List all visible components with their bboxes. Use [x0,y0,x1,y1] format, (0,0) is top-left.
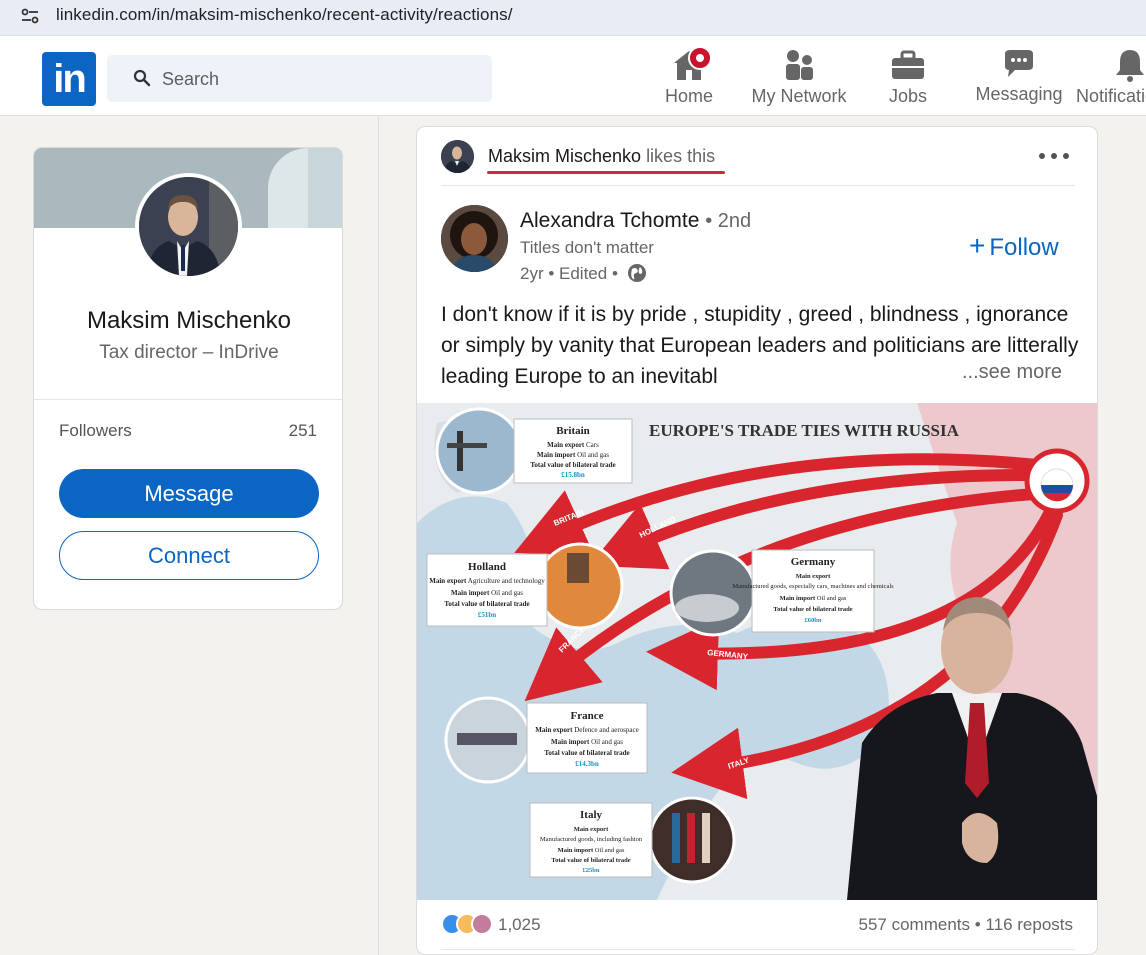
site-settings-icon[interactable] [20,6,40,26]
svg-text:Main export Defence and aerosp: Main export Defence and aerospace [535,726,638,734]
followers-count: 251 [288,421,317,440]
message-button[interactable]: Message [59,469,319,518]
nav-notifications[interactable]: Notifications [1076,46,1146,110]
post-image[interactable]: BRITAIN HOLLAND FRANCE GERMANY ITALY RUS… [417,403,1097,900]
nav-jobs[interactable]: Jobs [884,46,932,110]
column-divider [378,117,379,955]
nav-messaging-label: Messaging [975,84,1063,104]
top-navigation: in Home My Network Jobs [0,36,1146,116]
svg-text:Main import Oil and gas: Main import Oil and gas [537,451,609,459]
svg-text:£25bn: £25bn [583,867,600,874]
trade-ties-infographic: BRITAIN HOLLAND FRANCE GERMANY ITALY RUS… [417,403,1097,900]
connect-button[interactable]: Connect [59,531,319,580]
follow-button[interactable]: + Follow [969,230,1059,262]
url-text[interactable]: linkedin.com/in/maksim-mischenko/recent-… [56,5,513,25]
svg-text:Total value of bilateral trade: Total value of bilateral trade [530,461,615,469]
search-input[interactable] [162,65,462,93]
box-country: Britain [556,425,590,437]
infographic-title: EUROPE'S TRADE TIES WITH RUSSIA [649,421,960,440]
followers-label: Followers [59,421,132,440]
author-avatar[interactable] [441,205,508,272]
svg-text:£15.8bn: £15.8bn [561,471,585,479]
social-action-line: Maksim Mischenko likes this [488,146,715,167]
svg-text:Total value of bilateral trade: Total value of bilateral trade [544,749,629,757]
svg-text:Main export: Main export [796,573,831,580]
connection-degree: • 2nd [705,210,752,232]
divider [34,399,342,400]
post-time: 2yr • Edited • [520,264,618,283]
curious-reaction-icon [471,913,493,935]
nav-home[interactable]: Home [660,46,718,110]
svg-text:Total value of bilateral trade: Total value of bilateral trade [773,606,852,613]
plus-icon: + [969,230,986,261]
svg-text:Main export Cars: Main export Cars [547,441,599,449]
messaging-icon [1005,50,1033,77]
red-underline-annotation [487,171,725,174]
svg-text:Main export Agriculture and te: Main export Agriculture and technology [429,577,545,585]
search-box[interactable] [107,55,492,102]
divider [441,949,1075,950]
follow-label: Follow [989,234,1059,261]
briefcase-icon [892,50,924,79]
profile-card: Maksim Mischenko Tax director – InDrive … [33,147,343,610]
svg-text:Main export: Main export [574,826,609,833]
notification-badge [688,46,712,70]
post-meta: 2yr • Edited • [520,263,647,284]
reposts-count[interactable]: 116 reposts [985,915,1073,934]
author-headline: Titles don't matter [520,238,654,257]
nav-jobs-label: Jobs [888,86,928,106]
nav-my-network-label: My Network [751,86,847,106]
author-name-line: Alexandra Tchomte • 2nd [520,209,751,233]
actor-action: likes this [646,146,716,166]
profile-headline: Tax director – InDrive [99,342,279,363]
engagement-counts: 557 comments • 116 reposts [859,915,1074,935]
more-options-icon[interactable] [1036,149,1072,163]
svg-text:£60bn: £60bn [805,617,822,624]
svg-text:Total value of bilateral trade: Total value of bilateral trade [444,600,529,608]
actor-avatar[interactable] [441,140,474,173]
divider [441,185,1075,186]
svg-text:Italy: Italy [580,809,603,821]
svg-text:France: France [571,710,604,722]
network-icon [786,50,813,80]
svg-text:Germany: Germany [791,556,836,568]
nav-notifications-label: Notifications [1076,86,1146,106]
comments-count[interactable]: 557 comments [859,915,971,934]
svg-text:Main import Oil and gas: Main import Oil and gas [780,595,847,602]
nav-my-network[interactable]: My Network [745,46,853,110]
linkedin-logo[interactable]: in [42,52,96,106]
profile-name[interactable]: Maksim Mischenko [34,307,342,335]
separator-dot: • [974,915,986,934]
svg-text:Manufactured goods, especially: Manufactured goods, especially cars, mac… [732,583,894,590]
browser-address-bar[interactable]: linkedin.com/in/maksim-mischenko/recent-… [0,0,1146,36]
actor-name[interactable]: Maksim Mischenko [488,146,641,166]
svg-text:Main import Oil and gas: Main import Oil and gas [451,589,523,597]
see-more-link[interactable]: ...see more [956,361,1063,384]
nav-messaging[interactable]: Messaging [972,46,1066,110]
globe-icon [627,264,646,282]
reaction-count[interactable]: 1,025 [498,915,541,935]
profile-avatar[interactable] [135,173,242,280]
author-name[interactable]: Alexandra Tchomte [520,209,699,232]
search-icon [133,69,151,87]
svg-text:Manufactured goods, including: Manufactured goods, including fashion [540,836,643,843]
bell-icon [1116,50,1144,82]
svg-text:£14.3bn: £14.3bn [575,760,599,768]
svg-text:£51bn: £51bn [478,611,496,619]
svg-text:Main import Oil and gas: Main import Oil and gas [558,847,625,854]
svg-text:Main import Oil and gas: Main import Oil and gas [551,738,623,746]
feed-post: Maksim Mischenko likes this Alexandra Tc… [416,126,1098,955]
svg-text:Total value of bilateral trade: Total value of bilateral trade [551,857,630,864]
nav-home-label: Home [664,86,713,106]
svg-text:Holland: Holland [468,561,506,573]
